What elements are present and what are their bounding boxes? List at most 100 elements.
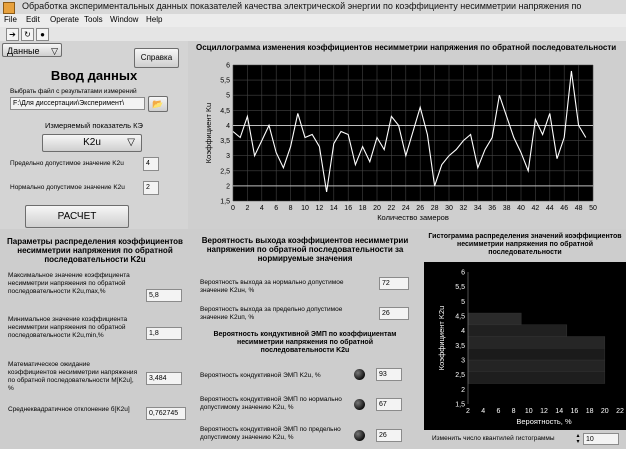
emp3-value: 26 bbox=[379, 432, 387, 439]
hist-title: Гистограмма распределения значений коэфф… bbox=[428, 233, 622, 256]
std-value: 0,762745 bbox=[149, 410, 179, 417]
y-tick-label: 3 bbox=[226, 153, 230, 160]
file-label: Выбрать файл с результатами измерений bbox=[10, 88, 137, 95]
run-continuously-icon[interactable]: ↻ bbox=[21, 28, 34, 41]
emp-title: Вероятность кондуктивной ЭМП по коэффици… bbox=[213, 331, 397, 354]
menu-edit[interactable]: Edit bbox=[26, 15, 40, 24]
x-tick-label: 26 bbox=[416, 205, 424, 212]
prob-max-field: 26 bbox=[379, 307, 409, 320]
x-tick-label: 4 bbox=[260, 205, 264, 212]
max-label: Максимальное значение коэффициента несим… bbox=[8, 272, 130, 295]
y-tick-label: 2,5 bbox=[220, 168, 230, 175]
menu-window[interactable]: Window bbox=[110, 15, 138, 24]
hist-bar bbox=[467, 371, 606, 384]
hist-x-tick-label: 8 bbox=[512, 408, 516, 415]
hist-x-tick-label: 10 bbox=[525, 408, 533, 415]
x-tick-label: 12 bbox=[316, 205, 324, 212]
emp1-label: Вероятность кондуктивной ЭМП K2u, % bbox=[200, 372, 321, 379]
emp3-led-icon bbox=[354, 430, 365, 441]
x-tick-label: 40 bbox=[517, 205, 525, 212]
hist-y-tick-label: 3,5 bbox=[455, 343, 465, 350]
min-field: 1,8 bbox=[146, 327, 182, 340]
emp2-value: 67 bbox=[379, 401, 387, 408]
emp2-field: 67 bbox=[376, 398, 402, 411]
hist-y-tick-label: 5,5 bbox=[455, 284, 465, 291]
calc-button[interactable]: РАСЧЕТ bbox=[25, 205, 129, 228]
x-tick-label: 28 bbox=[431, 205, 439, 212]
x-tick-label: 6 bbox=[274, 205, 278, 212]
data-menu-label: Данные bbox=[7, 46, 40, 56]
file-path-value: F:\Для диссертации\Эксперимент\ bbox=[13, 100, 125, 107]
hist-x-axis-label: Вероятность, % bbox=[516, 417, 572, 426]
hist-y-tick-label: 2,5 bbox=[455, 372, 465, 379]
mean-label: Математическое ожидание коэффициентов не… bbox=[8, 361, 138, 392]
x-tick-label: 24 bbox=[402, 205, 410, 212]
x-tick-label: 0 bbox=[231, 205, 235, 212]
file-path-field[interactable]: F:\Для диссертации\Эксперимент\ bbox=[10, 97, 145, 110]
x-tick-label: 2 bbox=[245, 205, 249, 212]
chevron-down-icon: ▽ bbox=[51, 46, 58, 56]
emp3-field: 26 bbox=[376, 429, 402, 442]
x-tick-label: 30 bbox=[445, 205, 453, 212]
hist-bar bbox=[467, 336, 606, 349]
oscillogram-title: Осциллограмма изменения коэффициентов не… bbox=[196, 43, 617, 52]
app-icon bbox=[3, 2, 15, 14]
limit-norm-field[interactable]: 2 bbox=[143, 181, 159, 195]
emp1-value: 93 bbox=[379, 371, 387, 378]
hist-bar bbox=[467, 312, 522, 326]
y-tick-label: 4 bbox=[226, 123, 230, 130]
menu-tools[interactable]: Tools bbox=[84, 15, 103, 24]
x-tick-label: 16 bbox=[344, 205, 352, 212]
prob-norm-label: Вероятность выхода за нормально допустим… bbox=[200, 279, 344, 294]
emp1-led-icon bbox=[354, 369, 365, 380]
data-menu-button[interactable]: Данные ▽ bbox=[2, 43, 62, 57]
indicator-select[interactable]: K2u ▽ bbox=[42, 134, 142, 152]
min-value: 1,8 bbox=[149, 330, 159, 337]
hist-y-axis-label: Коэффициент K2u bbox=[437, 306, 446, 371]
x-axis-label: Количество замеров bbox=[377, 213, 449, 222]
prob-max-label: Вероятность выхода за предельно допустим… bbox=[200, 306, 343, 321]
x-tick-label: 48 bbox=[575, 205, 583, 212]
params-title: Параметры распределения коэффициентов не… bbox=[7, 237, 183, 264]
x-tick-label: 38 bbox=[503, 205, 511, 212]
quantile-stepper[interactable]: ▴ ▾ bbox=[574, 433, 582, 445]
prob-title: Вероятность выхода коэффициентов несимме… bbox=[201, 236, 409, 263]
run-arrow-icon[interactable]: ➔ bbox=[6, 28, 19, 41]
help-button[interactable]: Справка bbox=[134, 48, 179, 68]
prob-norm-value: 72 bbox=[382, 280, 390, 287]
hist-y-tick-label: 4,5 bbox=[455, 314, 465, 321]
emp1-field: 93 bbox=[376, 368, 402, 381]
prob-norm-field: 72 bbox=[379, 277, 409, 290]
input-title: Ввод данных bbox=[50, 68, 138, 83]
prob-max-value: 26 bbox=[382, 310, 390, 317]
menu-help[interactable]: Help bbox=[146, 15, 162, 24]
min-label: Минимальное значение коэффициента несимм… bbox=[8, 316, 128, 339]
hist-bar bbox=[467, 348, 606, 361]
x-tick-label: 42 bbox=[532, 205, 540, 212]
quantile-field[interactable]: 10 bbox=[583, 433, 619, 445]
menu-file[interactable]: File bbox=[4, 15, 17, 24]
quantile-label: Изменить число квантилей гистограммы bbox=[432, 435, 555, 442]
quantile-value: 10 bbox=[586, 436, 594, 443]
emp2-led-icon bbox=[354, 399, 365, 410]
hist-x-tick-label: 20 bbox=[601, 408, 609, 415]
x-tick-label: 46 bbox=[560, 205, 568, 212]
y-axis-label: Коэффициент Ku bbox=[204, 103, 213, 163]
folder-browse-icon[interactable]: 📂 bbox=[148, 96, 168, 112]
abort-icon[interactable]: ● bbox=[36, 28, 49, 41]
menu-operate[interactable]: Operate bbox=[50, 15, 79, 24]
title-bar: Обработка экспериментальных данных показ… bbox=[0, 0, 626, 15]
x-tick-label: 20 bbox=[373, 205, 381, 212]
limit-norm-label: Нормально допустимое значение K2u bbox=[10, 184, 125, 191]
x-tick-label: 50 bbox=[589, 205, 597, 212]
limit-max-field[interactable]: 4 bbox=[143, 157, 159, 171]
hist-x-tick-label: 12 bbox=[540, 408, 548, 415]
x-tick-label: 8 bbox=[289, 205, 293, 212]
hist-x-tick-label: 16 bbox=[571, 408, 579, 415]
hist-bar bbox=[467, 324, 568, 337]
limit-norm-value: 2 bbox=[146, 184, 150, 191]
emp2-label: Вероятность кондуктивной ЭМП по нормальн… bbox=[200, 396, 342, 411]
emp3-label: Вероятность кондуктивной ЭМП по предельн… bbox=[200, 426, 341, 441]
x-tick-label: 18 bbox=[359, 205, 367, 212]
std-field: 0,762745 bbox=[146, 407, 186, 420]
